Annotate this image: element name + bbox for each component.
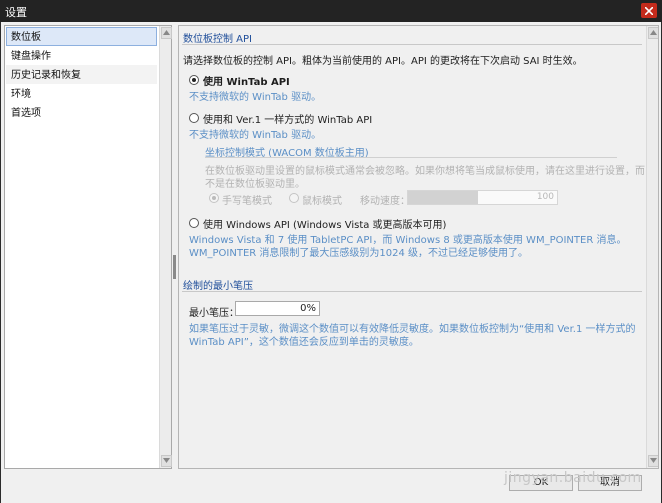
category-item-tablet[interactable]: 数位板 — [6, 27, 157, 46]
scroll-up-button[interactable] — [648, 27, 658, 39]
tablet-api-intro: 请选择数位板的控制 API。粗体为当前使用的 API。API 的更改将在下次启动… — [183, 56, 583, 67]
min-pressure-label: 最小笔压： — [189, 308, 239, 319]
category-item-preferences[interactable]: 首选项 — [6, 103, 157, 122]
speed-slider-fill — [408, 191, 479, 204]
speed-value: 100 — [536, 192, 554, 202]
windows-api-label[interactable]: 使用 Windows API (Windows Vista 或更高版本可用) — [203, 216, 446, 231]
settings-dialog: 数位板 键盘操作 历史记录和恢复 环境 首选项 数位板控制 API 请选择数位板… — [1, 22, 661, 503]
pane-splitter[interactable] — [173, 255, 176, 279]
scroll-down-button[interactable] — [648, 455, 658, 467]
watermark: jingyan.baidu.com — [504, 470, 642, 486]
wintab-label[interactable]: 使用 WinTab API — [203, 73, 290, 88]
section-divider — [182, 44, 642, 45]
mouse-mode-radio[interactable] — [289, 193, 299, 203]
mouse-mode-label[interactable]: 鼠标模式 — [302, 192, 342, 207]
min-pressure-section-title: 绘制的最小笔压 — [183, 281, 253, 292]
coord-mode-desc-line2: 不是在数位板驱动里。 — [205, 179, 305, 190]
scroll-down-button[interactable] — [161, 455, 172, 467]
category-list-scrollbar[interactable] — [159, 26, 172, 468]
speed-label: 移动速度： — [360, 196, 410, 207]
settings-pane-scrollbar[interactable] — [646, 26, 658, 468]
min-pressure-note-line2: WinTab API”，这个数值还会反应到单击的灵敏度。 — [189, 337, 419, 348]
min-pressure-input[interactable]: 0% — [235, 301, 320, 316]
coord-mode-divider — [205, 157, 617, 158]
chevron-up-icon — [650, 30, 657, 35]
radio-selected-dot — [212, 196, 216, 200]
tablet-api-section-title: 数位板控制 API — [183, 34, 252, 45]
category-item-history[interactable]: 历史记录和恢复 — [6, 65, 157, 84]
wintab-v1-label[interactable]: 使用和 Ver.1 一样方式的 WinTab API — [203, 111, 372, 126]
section-divider — [182, 291, 642, 292]
wintab-radio[interactable] — [189, 75, 199, 85]
category-items: 数位板 键盘操作 历史记录和恢复 环境 首选项 — [6, 27, 157, 122]
chevron-up-icon — [163, 30, 170, 35]
min-pressure-value: 0% — [300, 303, 316, 314]
category-item-environment[interactable]: 环境 — [6, 84, 157, 103]
category-item-keyboard[interactable]: 键盘操作 — [6, 46, 157, 65]
wintab-v1-radio[interactable] — [189, 113, 199, 123]
windows-api-radio[interactable] — [189, 218, 199, 228]
chevron-down-icon — [163, 458, 170, 463]
speed-slider[interactable]: 100 — [407, 190, 558, 205]
settings-pane: 数位板控制 API 请选择数位板的控制 API。粗体为当前使用的 API。API… — [178, 25, 659, 469]
close-button[interactable] — [641, 3, 657, 18]
chevron-down-icon — [650, 458, 657, 463]
wintab-note: 不支持微软的 WinTab 驱动。 — [189, 92, 322, 103]
wintab-v1-note: 不支持微软的 WinTab 驱动。 — [189, 130, 322, 141]
pen-mode-label[interactable]: 手写笔模式 — [222, 192, 272, 207]
scroll-up-button[interactable] — [161, 27, 172, 39]
title-bar: 设置 — [0, 0, 662, 22]
radio-selected-dot — [192, 78, 196, 82]
window-title: 设置 — [5, 6, 27, 19]
close-icon — [645, 7, 653, 15]
windows-api-note-line2: WM_POINTER 消息限制了最大压感级别为1024 级，不过已经足够使用了。 — [189, 248, 529, 259]
pen-mode-radio[interactable] — [209, 193, 219, 203]
category-list: 数位板 键盘操作 历史记录和恢复 环境 首选项 — [4, 25, 172, 469]
